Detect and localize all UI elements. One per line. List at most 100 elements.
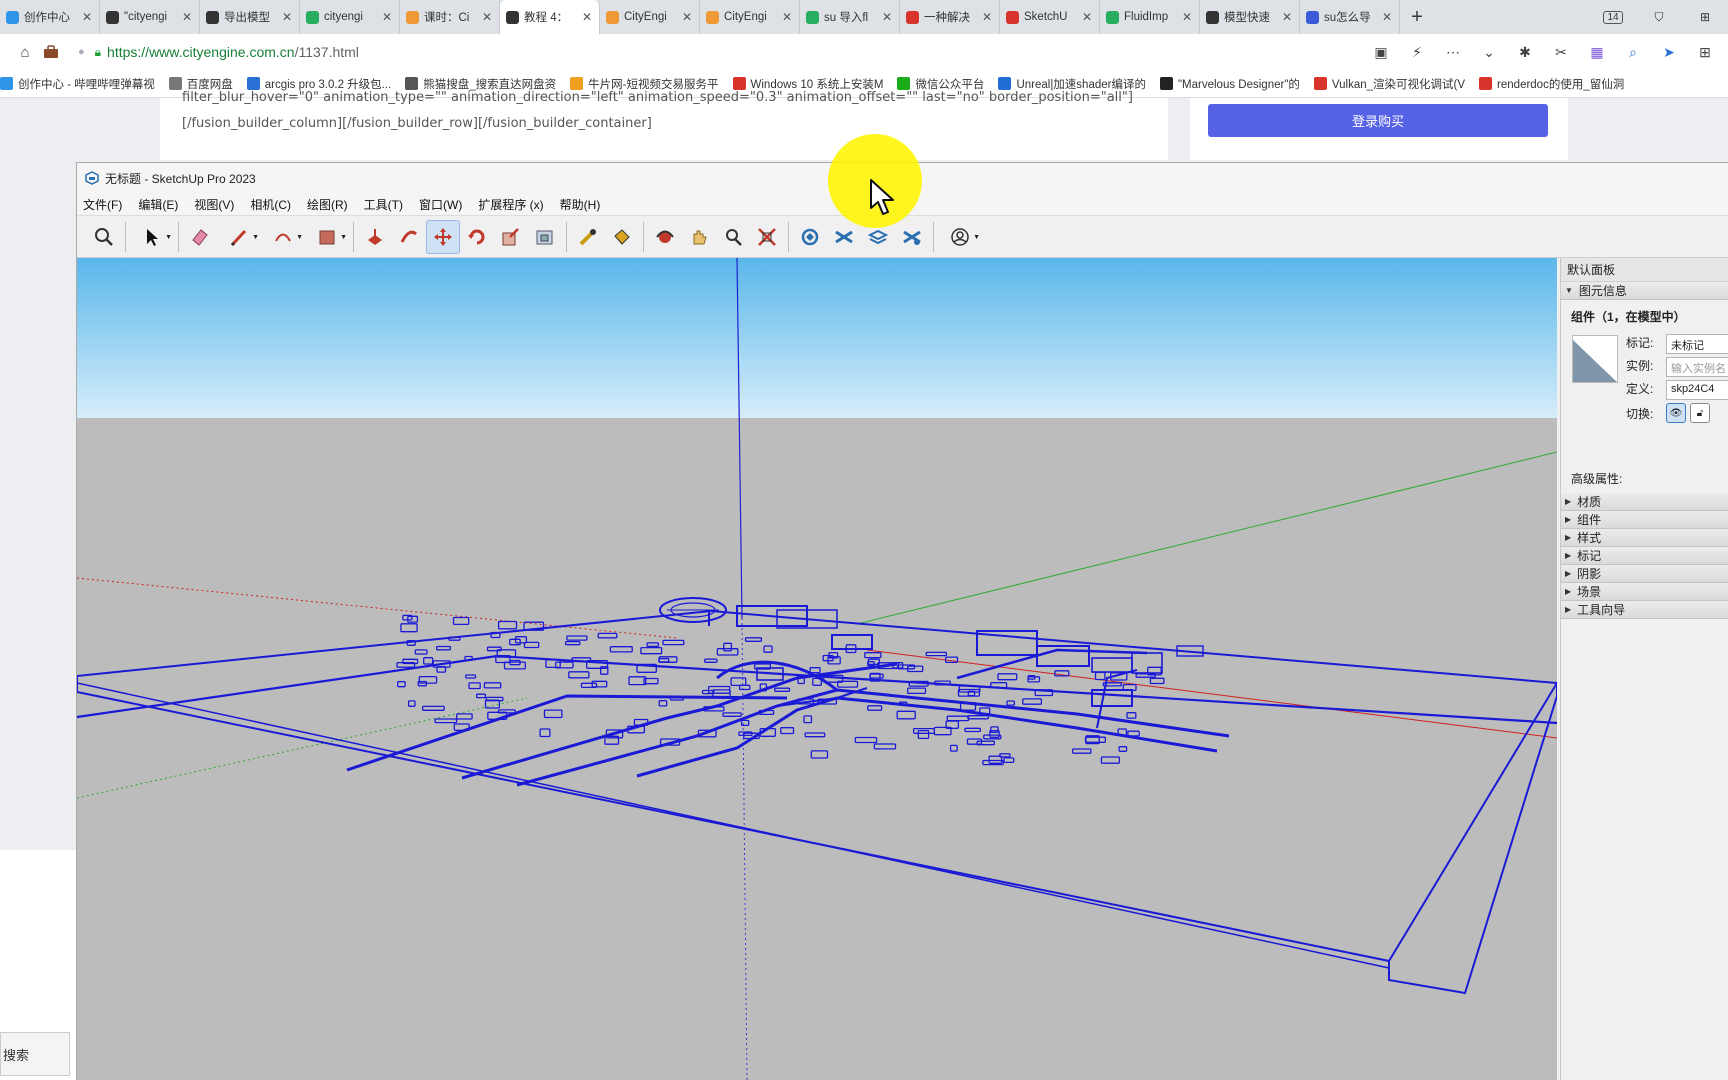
browser-tab[interactable]: SketchU ✕ <box>1000 0 1100 34</box>
model-canvas[interactable] <box>77 258 1557 1080</box>
zoom-icon[interactable] <box>87 220 121 254</box>
tag-dropdown[interactable]: 未标记 <box>1666 334 1728 354</box>
rectangle-icon[interactable]: ▼ <box>305 220 349 254</box>
browser-tab[interactable]: CityEngi ✕ <box>700 0 800 34</box>
warehouse-icon[interactable] <box>793 220 827 254</box>
tab-close-icon[interactable]: ✕ <box>582 10 592 24</box>
follow-me-icon[interactable] <box>392 220 426 254</box>
login-buy-button[interactable]: 登录购买 <box>1208 104 1548 137</box>
tab-close-icon[interactable]: ✕ <box>1282 10 1292 24</box>
sketchup-menu-item[interactable]: 绘图(R) <box>307 196 348 213</box>
pan-icon[interactable] <box>682 220 716 254</box>
briefcase-icon[interactable] <box>38 39 64 65</box>
browser-tab[interactable]: 一种解决 ✕ <box>900 0 1000 34</box>
browser-tab[interactable]: 创作中心 ✕ <box>0 0 100 34</box>
tab-close-icon[interactable]: ✕ <box>1082 10 1092 24</box>
shirt-icon[interactable]: ⛉ <box>1636 0 1682 34</box>
send-icon[interactable]: ➤ <box>1656 39 1682 65</box>
tab-close-icon[interactable]: ✕ <box>982 10 992 24</box>
image-icon[interactable]: ▣ <box>1368 39 1394 65</box>
tray-section-header[interactable]: ▶ 工具向导 <box>1561 601 1728 619</box>
tab-close-icon[interactable]: ✕ <box>482 10 492 24</box>
address-bar[interactable]: ● 🔒︎ https://www.cityengine.com.cn/1137.… <box>78 38 1328 66</box>
browser-tab[interactable]: su怎么导 ✕ <box>1300 0 1400 34</box>
tab-close-icon[interactable]: ✕ <box>882 10 892 24</box>
instance-name-input[interactable]: 输入实例名 <box>1666 357 1728 377</box>
browser-tab[interactable]: su 导入fl ✕ <box>800 0 900 34</box>
browser-tab[interactable]: "cityengi ✕ <box>100 0 200 34</box>
tab-close-icon[interactable]: ✕ <box>282 10 292 24</box>
site-info-icon[interactable]: ● <box>78 46 85 58</box>
sketchup-viewport[interactable] <box>77 258 1557 1080</box>
chevron-down-icon[interactable]: ⌄ <box>1476 39 1502 65</box>
definition-input[interactable]: skp24C4 <box>1666 380 1728 400</box>
tab-count-badge[interactable]: 14 <box>1603 10 1623 24</box>
bookmark-item[interactable]: 创作中心 - 哔哩哔哩弹幕视 <box>0 76 155 92</box>
tab-close-icon[interactable]: ✕ <box>182 10 192 24</box>
tab-close-icon[interactable]: ✕ <box>1382 10 1392 24</box>
tray-section-header[interactable]: ▶ 材质 <box>1561 493 1728 511</box>
component-thumbnail[interactable] <box>1572 335 1618 383</box>
new-tab-icon[interactable]: + <box>1400 0 1434 34</box>
tray-section-header[interactable]: ▶ 组件 <box>1561 511 1728 529</box>
pencil-icon[interactable]: ▼ <box>217 220 261 254</box>
tray-section-header[interactable]: ▶ 阴影 <box>1561 565 1728 583</box>
more-icon[interactable]: ⋯ <box>1440 39 1466 65</box>
sketchup-menu-item[interactable]: 窗口(W) <box>419 196 462 213</box>
select-icon[interactable]: ▼ <box>130 220 174 254</box>
browser-tab[interactable]: 教程 4： ✕ <box>500 0 600 34</box>
tab-close-icon[interactable]: ✕ <box>682 10 692 24</box>
tab-close-icon[interactable]: ✕ <box>782 10 792 24</box>
sketchup-menu-item[interactable]: 帮助(H) <box>560 196 601 213</box>
browser-tab[interactable]: cityengi ✕ <box>300 0 400 34</box>
zoom-window-icon[interactable] <box>716 220 750 254</box>
sketchup-menu-item[interactable]: 编辑(E) <box>138 196 178 213</box>
zoom-extents-icon[interactable] <box>750 220 784 254</box>
tape-measure-icon[interactable] <box>571 220 605 254</box>
lock-icon[interactable]: 🔓︎ <box>1690 403 1710 423</box>
tray-section-header[interactable]: ▶ 标记 <box>1561 547 1728 565</box>
bookmark-item[interactable]: renderdoc的使用_留仙洞 <box>1479 76 1624 92</box>
rotate-icon[interactable] <box>460 220 494 254</box>
browser-tab[interactable]: CityEngi ✕ <box>600 0 700 34</box>
move-icon[interactable] <box>426 219 460 254</box>
apps-grid-icon[interactable]: ⊞ <box>1692 39 1718 65</box>
tab-close-icon[interactable]: ✕ <box>82 10 92 24</box>
offset-icon[interactable] <box>528 220 562 254</box>
visibility-eye-icon[interactable]: 👁︎ <box>1666 403 1686 423</box>
browser-tab[interactable]: FluidImp ✕ <box>1100 0 1200 34</box>
search-box[interactable]: 搜索 <box>0 1032 70 1076</box>
scale-icon[interactable] <box>494 220 528 254</box>
orbit-icon[interactable] <box>648 220 682 254</box>
sketchup-menu-item[interactable]: 视图(V) <box>194 196 234 213</box>
home-icon[interactable]: ⌂ <box>12 39 38 65</box>
extension-manager-icon[interactable] <box>895 220 929 254</box>
extension-icon[interactable] <box>827 220 861 254</box>
scissors-icon[interactable]: ✂ <box>1548 39 1574 65</box>
search-icon[interactable]: ⌕ <box>1620 39 1646 65</box>
account-icon[interactable]: ▼ <box>938 220 982 254</box>
collapsed-triangle-icon: ▶ <box>1565 551 1572 560</box>
push-pull-icon[interactable] <box>358 220 392 254</box>
tray-section-header[interactable]: ▶ 样式 <box>1561 529 1728 547</box>
tab-close-icon[interactable]: ✕ <box>382 10 392 24</box>
paint-bucket-icon[interactable] <box>605 220 639 254</box>
bookmark-item[interactable]: Vulkan_渲染可视化调试(V <box>1313 76 1465 92</box>
sketchup-menu-item[interactable]: 文件(F) <box>83 196 122 213</box>
eraser-icon[interactable] <box>183 220 217 254</box>
sketchup-menu-item[interactable]: 相机(C) <box>250 196 291 213</box>
bookmark-item[interactable]: "Marvelous Designer"的 <box>1159 76 1300 92</box>
arc-icon[interactable]: ▼ <box>261 220 305 254</box>
grid-icon[interactable]: ⊞ <box>1682 0 1728 34</box>
translate-icon[interactable]: ▦ <box>1584 39 1610 65</box>
sketchup-menu-item[interactable]: 扩展程序 (x) <box>478 196 543 213</box>
tab-close-icon[interactable]: ✕ <box>1182 10 1192 24</box>
entity-info-section-header[interactable]: ▼ 图元信息 <box>1561 282 1728 300</box>
browser-tab[interactable]: 导出模型 ✕ <box>200 0 300 34</box>
sketchup-menu-item[interactable]: 工具(T) <box>364 196 403 213</box>
tray-section-header[interactable]: ▶ 场景 <box>1561 583 1728 601</box>
browser-tab[interactable]: 课时：Ci ✕ <box>400 0 500 34</box>
browser-tab[interactable]: 模型快速 ✕ <box>1200 0 1300 34</box>
lightning-icon[interactable]: ⚡︎ <box>1404 39 1430 65</box>
extension-icon[interactable]: ✱ <box>1512 39 1538 65</box>
